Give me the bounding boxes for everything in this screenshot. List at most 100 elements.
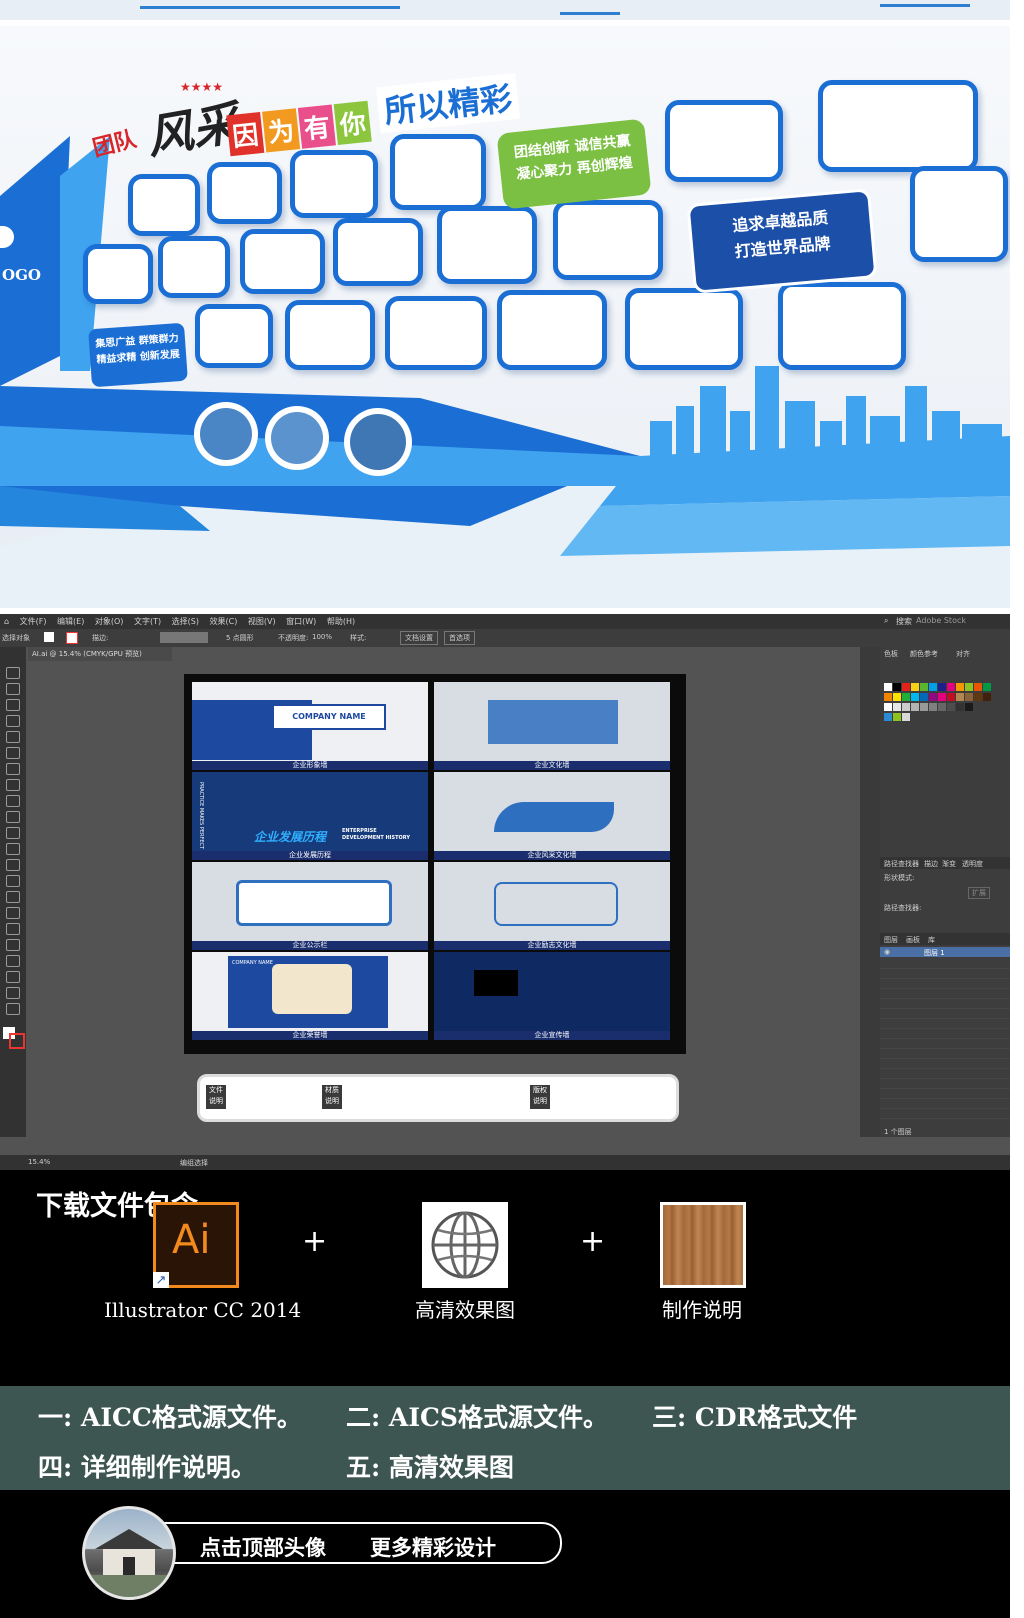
- info-tag-line: 材质: [325, 1086, 339, 1094]
- expand-button[interactable]: 扩展: [968, 887, 990, 899]
- shape-builder-tool-icon[interactable]: [6, 875, 20, 887]
- rectangle-tool-icon[interactable]: [6, 763, 20, 775]
- zoom-level[interactable]: 15.4%: [28, 1158, 50, 1166]
- search-icon[interactable]: ⌕: [880, 614, 892, 628]
- thumb-caption: 企业发展历程: [192, 851, 428, 860]
- adobe-illustrator-icon: Ai ↗: [153, 1202, 239, 1288]
- tab-artboards[interactable]: 画板: [906, 935, 920, 945]
- tab-gradient[interactable]: 渐变: [942, 859, 956, 869]
- pencil-tool-icon[interactable]: [6, 795, 20, 807]
- formats-band: 一: AICC格式源文件。 二: AICS格式源文件。 三: CDR格式文件 四…: [0, 1386, 1010, 1490]
- shape-modes-label: 形状模式:: [884, 874, 915, 882]
- menu-bar: ⌂ 文件(F) 编辑(E) 对象(O) 文字(T) 选择(S) 效果(C) 视图…: [0, 614, 1010, 629]
- swatch-grid[interactable]: [884, 683, 994, 731]
- tab-libraries[interactable]: 库: [928, 935, 935, 945]
- rotate-tool-icon[interactable]: [6, 827, 20, 839]
- menu-item-edit[interactable]: 编辑(E): [53, 614, 88, 629]
- selection-tool-icon[interactable]: [6, 667, 20, 679]
- tab-layers[interactable]: 图层: [884, 935, 898, 945]
- menu-item-select[interactable]: 选择(S): [168, 614, 203, 629]
- zoom-tool-icon[interactable]: [6, 1003, 20, 1015]
- home-icon[interactable]: ⌂: [0, 615, 13, 628]
- fill-swatch[interactable]: [44, 632, 54, 642]
- layer-name[interactable]: 图层 1: [924, 948, 945, 958]
- type-tool-icon[interactable]: [6, 731, 20, 743]
- layer-row-selected[interactable]: ◉ 图层 1: [880, 947, 1010, 957]
- preferences-button[interactable]: 首选项: [444, 631, 475, 645]
- thumbnail-bulletin-board[interactable]: 企业公示栏: [192, 862, 428, 950]
- direct-selection-tool-icon[interactable]: [6, 683, 20, 695]
- illustrator-screenshot: ⌂ 文件(F) 编辑(E) 对象(O) 文字(T) 选择(S) 效果(C) 视图…: [0, 614, 1010, 1170]
- menu-item-view[interactable]: 视图(V): [244, 614, 280, 629]
- width-tool-icon[interactable]: [6, 859, 20, 871]
- menu-item-type[interactable]: 文字(T): [130, 614, 165, 629]
- info-tag-line: 版权: [533, 1086, 547, 1094]
- avatar[interactable]: [82, 1506, 176, 1600]
- cta-text-left[interactable]: 点击顶部头像: [200, 1532, 326, 1562]
- downloads-section: 下载文件包含: Ai ↗ Illustrator CC 2014 + 高清效果图…: [0, 1170, 1010, 1386]
- menu-item-object[interactable]: 对象(O): [91, 614, 128, 629]
- stroke-swatch[interactable]: [66, 632, 78, 644]
- blend-tool-icon[interactable]: [6, 923, 20, 935]
- info-tag: 文件 说明: [206, 1085, 226, 1109]
- stroke-color-swatch[interactable]: [9, 1033, 25, 1049]
- opacity-input[interactable]: 100%: [312, 633, 332, 641]
- photo-frame: [207, 162, 282, 224]
- menu-item-file[interactable]: 文件(F): [16, 614, 51, 629]
- sublayer-list[interactable]: [880, 959, 1010, 1127]
- eye-icon[interactable]: ◉: [884, 948, 890, 956]
- graph-tool-icon[interactable]: [6, 955, 20, 967]
- photo-frame: [285, 300, 375, 370]
- photo-frame: [665, 100, 783, 182]
- panel-tab-align[interactable]: 对齐: [956, 649, 970, 659]
- menu-item-help[interactable]: 帮助(H): [323, 614, 359, 629]
- logo-text: OGO: [2, 266, 41, 284]
- info-tag-line: 说明: [325, 1097, 339, 1105]
- thumbnail-publicity-wall[interactable]: 企业宣传墙: [434, 952, 670, 1040]
- pen-tool-icon[interactable]: [6, 715, 20, 727]
- thumb-shape: [488, 700, 618, 744]
- line-tool-icon[interactable]: [6, 747, 20, 759]
- eyedropper-tool-icon[interactable]: [6, 907, 20, 919]
- photo-frame: [910, 166, 1008, 262]
- photo-frame: [83, 244, 153, 304]
- hand-tool-icon[interactable]: [6, 987, 20, 999]
- eraser-tool-icon[interactable]: [6, 811, 20, 823]
- thumbnail-image-wall[interactable]: COMPANY NAME 企业形象墙: [192, 682, 428, 770]
- avatar-building-graphic: [85, 1529, 173, 1597]
- thumbnail-culture-wall[interactable]: 企业文化墙: [434, 682, 670, 770]
- menu-item-effect[interactable]: 效果(C): [206, 614, 242, 629]
- magic-wand-tool-icon[interactable]: [6, 699, 20, 711]
- cta-text-right[interactable]: 更多精彩设计: [370, 1532, 496, 1562]
- variable-width-profile[interactable]: [160, 632, 208, 643]
- panel-tab-color-guide[interactable]: 颜色参考: [910, 649, 938, 659]
- footer: 点击顶部头像 更多精彩设计: [0, 1490, 1010, 1618]
- artboard-tool-icon[interactable]: [6, 971, 20, 983]
- brush-tool-icon[interactable]: [6, 779, 20, 791]
- title-chip: 为: [262, 108, 301, 153]
- document-tab[interactable]: AI.ai @ 15.4% (CMYK/GPU 预览): [28, 647, 172, 661]
- plus-sign: +: [302, 1224, 328, 1259]
- brush-points[interactable]: 5 点圆形: [226, 633, 254, 643]
- thumbnail-honor-wall[interactable]: COMPANY NAME 企业荣誉墙: [192, 952, 428, 1040]
- thumb-shape: [272, 964, 352, 1014]
- thumb-caption: 企业文化墙: [434, 761, 670, 770]
- document-setup-button[interactable]: 文档设置: [400, 631, 438, 645]
- tab-stroke[interactable]: 描边: [924, 859, 938, 869]
- tab-pathfinder[interactable]: 路径查找器: [884, 859, 919, 869]
- tab-transparency[interactable]: 透明度: [962, 859, 983, 869]
- scale-tool-icon[interactable]: [6, 843, 20, 855]
- panel-icons-strip: [860, 647, 880, 1137]
- thumbnail-inspiration-wall[interactable]: 企业励志文化墙: [434, 862, 670, 950]
- thumb-caption: 企业形象墙: [192, 761, 428, 770]
- stock-search-input[interactable]: Adobe Stock: [912, 614, 970, 627]
- gradient-tool-icon[interactable]: [6, 891, 20, 903]
- thumbnail-team-style-wall[interactable]: 企业风采文化墙: [434, 772, 670, 860]
- menu-item-window[interactable]: 窗口(W): [282, 614, 320, 629]
- globe-icon-graphic: [431, 1211, 499, 1279]
- panel-tab-swatches[interactable]: 色板: [884, 649, 898, 659]
- thumbnail-development-history[interactable]: PRACTICE MAKES PERFECT 企业发展历程 ENTERPRISE…: [192, 772, 428, 860]
- status-text: 编组选择: [180, 1159, 208, 1167]
- photo-frame: [333, 218, 423, 286]
- symbol-sprayer-tool-icon[interactable]: [6, 939, 20, 951]
